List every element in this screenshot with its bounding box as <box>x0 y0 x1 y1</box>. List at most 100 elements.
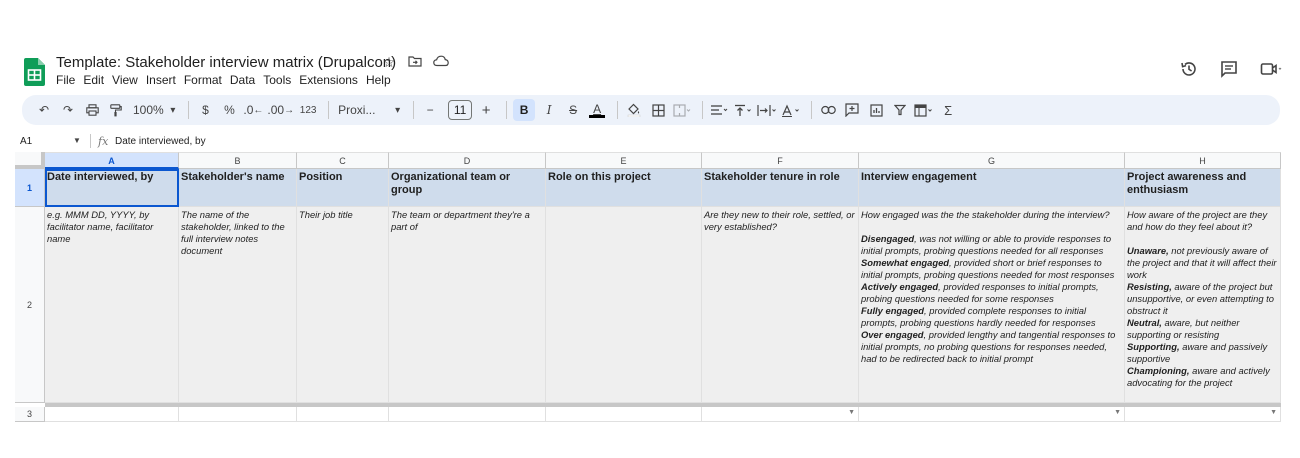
text-rotation-icon[interactable] <box>781 99 801 121</box>
currency-button[interactable]: $ <box>195 99 215 121</box>
horizontal-align-icon[interactable] <box>709 99 729 121</box>
menu-file[interactable]: File <box>56 73 83 87</box>
text-color-swatch <box>589 114 606 118</box>
font-size-decrease-button[interactable]: − <box>420 99 440 121</box>
comments-icon[interactable] <box>1220 60 1238 83</box>
strikethrough-button[interactable]: S <box>563 99 583 121</box>
example-cell-engagement[interactable]: How engaged was the the stakeholder duri… <box>859 207 1125 403</box>
dropdown-arrow-icon[interactable]: ▼ <box>1270 409 1277 416</box>
vertical-align-icon[interactable] <box>733 99 753 121</box>
font-size-input[interactable]: 11 <box>448 100 473 120</box>
grid-cell[interactable] <box>179 407 297 422</box>
dropdown-arrow-icon[interactable]: ▼ <box>1114 409 1121 416</box>
select-all-corner[interactable] <box>15 152 45 169</box>
meet-icon[interactable] <box>1260 60 1282 83</box>
arrow-right-icon: → <box>284 104 295 116</box>
name-box[interactable]: A1 <box>20 136 32 147</box>
formula-input[interactable]: Date interviewed, by <box>115 136 206 147</box>
example-cell-name[interactable]: The name of the stakeholder, linked to t… <box>179 207 297 403</box>
percent-button[interactable]: % <box>219 99 239 121</box>
fill-color-icon[interactable] <box>624 99 644 121</box>
print-icon[interactable] <box>82 99 102 121</box>
merge-cells-icon[interactable] <box>672 99 692 121</box>
example-cell-tenure[interactable]: Are they new to their role, settled, or … <box>702 207 859 403</box>
number-format-button[interactable]: 123 <box>298 99 318 121</box>
zoom-value: 100% <box>133 103 164 117</box>
cloud-status-icon[interactable] <box>432 54 450 71</box>
menu-tools[interactable]: Tools <box>263 73 299 87</box>
redo-icon[interactable]: ↷ <box>58 99 78 121</box>
awareness-level: Resisting, aware of the project but unsu… <box>1127 281 1278 317</box>
functions-button[interactable]: Σ <box>938 99 958 121</box>
dropdown-cell-awareness[interactable]: ▼ <box>1125 407 1281 422</box>
menu-view[interactable]: View <box>112 73 146 87</box>
filter-icon[interactable] <box>890 99 910 121</box>
row-header-1[interactable]: 1 <box>15 169 45 207</box>
menu-extensions[interactable]: Extensions <box>299 73 366 87</box>
menu-help[interactable]: Help <box>366 73 399 87</box>
header-cell-role[interactable]: Role on this project <box>546 169 702 207</box>
menu-edit[interactable]: Edit <box>83 73 112 87</box>
header-cell-team[interactable]: Organizational team or group <box>389 169 546 207</box>
example-cell-position[interactable]: Their job title <box>297 207 389 403</box>
header-cell-date[interactable]: Date interviewed, by <box>45 169 179 207</box>
borders-icon[interactable] <box>648 99 668 121</box>
version-history-icon[interactable] <box>1180 60 1198 83</box>
column-header-a[interactable]: A <box>45 152 179 169</box>
title-bar: Template: Stakeholder interview matrix (… <box>0 48 1300 92</box>
header-cell-position[interactable]: Position <box>297 169 389 207</box>
header-cell-awareness[interactable]: Project awareness and enthusiasm <box>1125 169 1281 207</box>
star-icon[interactable]: ☆ <box>380 54 398 71</box>
column-header-f[interactable]: F <box>702 152 859 169</box>
font-size-increase-button[interactable]: + <box>476 99 496 121</box>
header-cell-tenure[interactable]: Stakeholder tenure in role <box>702 169 859 207</box>
increase-decimal-button[interactable]: .00 → <box>267 99 294 121</box>
menu-insert[interactable]: Insert <box>146 73 184 87</box>
grid-cell[interactable] <box>389 407 546 422</box>
text-color-button[interactable]: A <box>587 99 607 121</box>
italic-button[interactable]: I <box>539 99 559 121</box>
menu-data[interactable]: Data <box>230 73 263 87</box>
column-header-g[interactable]: G <box>859 152 1125 169</box>
column-header-e[interactable]: E <box>546 152 702 169</box>
grid-cell[interactable] <box>45 407 179 422</box>
undo-icon[interactable]: ↶ <box>34 99 54 121</box>
column-header-h[interactable]: H <box>1125 152 1281 169</box>
insert-comment-icon[interactable] <box>842 99 862 121</box>
dropdown-arrow-icon[interactable]: ▼ <box>848 409 855 416</box>
row-header-3[interactable]: 3 <box>15 407 45 422</box>
row-header-2[interactable]: 2 <box>15 207 45 403</box>
move-folder-icon[interactable] <box>406 54 424 71</box>
example-cell-date[interactable]: e.g. MMM DD, YYYY, by facilitator name, … <box>45 207 179 403</box>
zoom-select[interactable]: 100% ▾ <box>130 99 178 121</box>
text-wrapping-icon[interactable] <box>757 99 777 121</box>
menu-format[interactable]: Format <box>184 73 230 87</box>
document-title[interactable]: Template: Stakeholder interview matrix (… <box>56 54 396 71</box>
sheets-logo-icon[interactable] <box>24 58 45 86</box>
increase-decimal-label: .00 <box>267 103 285 117</box>
header-cell-name[interactable]: Stakeholder's name <box>179 169 297 207</box>
dropdown-cell-engagement[interactable]: ▼ <box>859 407 1125 422</box>
example-cell-role[interactable] <box>546 207 702 403</box>
paint-format-icon[interactable] <box>106 99 126 121</box>
column-header-b[interactable]: B <box>179 152 297 169</box>
engagement-spacer <box>861 221 1122 233</box>
grid-cell[interactable] <box>546 407 702 422</box>
grid-cell[interactable] <box>297 407 389 422</box>
decrease-decimal-button[interactable]: .0 ← <box>243 99 263 121</box>
bold-button[interactable]: B <box>513 99 536 121</box>
insert-link-icon[interactable] <box>818 99 838 121</box>
toolbar: ↶ ↷ 100% ▾ $ % .0 ← .00 → 123 Proxi... ▾ − … <box>22 95 1280 125</box>
font-select[interactable]: Proxi... ▾ <box>335 99 403 121</box>
dropdown-cell-tenure[interactable]: ▼ <box>702 407 859 422</box>
column-header-c[interactable]: C <box>297 152 389 169</box>
example-cell-team[interactable]: The team or department they're a part of <box>389 207 546 403</box>
engagement-level: Disengaged, was not willing or able to p… <box>861 233 1122 257</box>
example-cell-awareness[interactable]: How aware of the project are they and ho… <box>1125 207 1281 403</box>
awareness-level: Supporting, aware and passively supporti… <box>1127 341 1278 365</box>
insert-chart-icon[interactable] <box>866 99 886 121</box>
chevron-down-icon[interactable]: ▼ <box>73 136 81 145</box>
filter-views-icon[interactable] <box>914 99 934 121</box>
column-header-d[interactable]: D <box>389 152 546 169</box>
header-cell-engagement[interactable]: Interview engagement <box>859 169 1125 207</box>
